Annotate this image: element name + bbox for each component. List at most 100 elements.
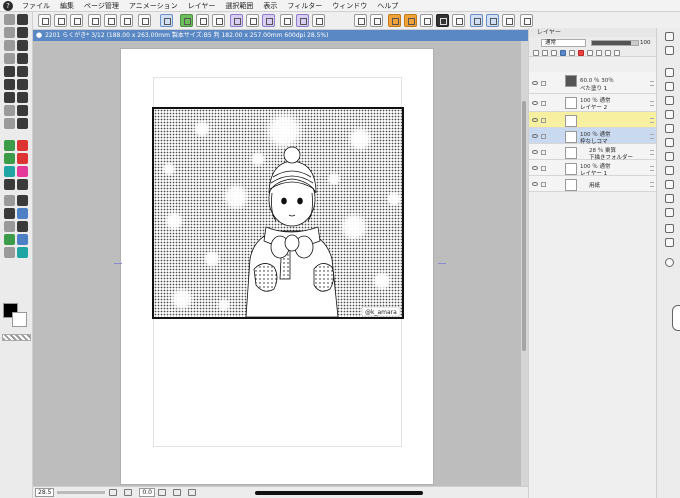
zoom-value[interactable]: 28.5 bbox=[35, 488, 55, 497]
layer-lock-icon[interactable] bbox=[541, 117, 546, 123]
move-tool-icon[interactable] bbox=[17, 14, 28, 25]
clip-icon[interactable] bbox=[533, 50, 539, 56]
lock-transparent-icon[interactable] bbox=[569, 50, 575, 56]
menu-filter[interactable]: フィルター bbox=[282, 1, 327, 11]
menu-layer[interactable]: レイヤー bbox=[183, 1, 221, 11]
visibility-eye-icon[interactable] bbox=[532, 181, 538, 186]
rotate-left-icon[interactable] bbox=[157, 489, 166, 496]
new-file-icon[interactable] bbox=[38, 14, 51, 27]
color-icon[interactable] bbox=[388, 14, 401, 27]
fill-tool-icon[interactable] bbox=[4, 105, 15, 116]
draft-icon[interactable] bbox=[551, 50, 557, 56]
print-icon[interactable] bbox=[88, 14, 101, 27]
drag-handle-icon[interactable] bbox=[650, 100, 654, 106]
brush-tool-icon[interactable] bbox=[4, 79, 15, 90]
layer-lock-icon[interactable] bbox=[541, 80, 546, 86]
color-set-red2-icon[interactable] bbox=[17, 153, 28, 164]
menu-edit[interactable]: 編集 bbox=[55, 1, 79, 11]
speed-line-tool-icon[interactable] bbox=[17, 195, 28, 206]
visibility-eye-icon[interactable] bbox=[532, 117, 538, 122]
settings-icon[interactable] bbox=[520, 14, 533, 27]
check-icon[interactable] bbox=[452, 14, 465, 27]
page-settings-icon[interactable] bbox=[120, 14, 133, 27]
search-icon[interactable] bbox=[665, 258, 674, 267]
drag-handle-icon[interactable] bbox=[650, 149, 654, 155]
palette-icon[interactable] bbox=[404, 14, 417, 27]
brush-size-panel-icon[interactable] bbox=[665, 166, 674, 175]
gradient-tool-icon[interactable] bbox=[17, 105, 28, 116]
menu-selection[interactable]: 選択範囲 bbox=[220, 1, 258, 11]
pen-tool-icon[interactable] bbox=[4, 66, 15, 77]
object-tool-icon[interactable] bbox=[17, 208, 28, 219]
ruler-tool-icon[interactable] bbox=[17, 118, 28, 129]
menu-animation[interactable]: アニメーション bbox=[124, 1, 183, 11]
correct-line-tool-icon[interactable] bbox=[4, 208, 15, 219]
transparent-color-swatch[interactable] bbox=[2, 334, 31, 341]
lasso-tool-icon[interactable] bbox=[17, 40, 28, 51]
zoom-out-icon[interactable] bbox=[124, 489, 133, 496]
menu-file[interactable]: ファイル bbox=[17, 1, 55, 11]
open-file-icon[interactable] bbox=[54, 14, 67, 27]
info-icon[interactable] bbox=[665, 208, 674, 217]
brush-size-icon[interactable] bbox=[502, 14, 515, 27]
zoom-in-icon[interactable] bbox=[109, 489, 118, 496]
lock-layer-icon[interactable] bbox=[560, 50, 566, 56]
layer-property-icon[interactable] bbox=[665, 68, 674, 77]
animation-timeline-icon[interactable] bbox=[665, 96, 674, 105]
grid-icon[interactable] bbox=[212, 14, 225, 27]
layer-lock-icon[interactable] bbox=[541, 181, 546, 187]
sub-color-swatch[interactable] bbox=[12, 312, 27, 327]
layer-row-layer2[interactable]: 100 ％ 通常 レイヤー 2 bbox=[529, 94, 657, 112]
color-set-teal-icon[interactable] bbox=[4, 166, 15, 177]
airbrush-tool-icon[interactable] bbox=[17, 79, 28, 90]
panel-menu-icon[interactable] bbox=[614, 50, 620, 56]
close-tab-icon[interactable]: ● bbox=[36, 31, 42, 39]
redo-icon[interactable] bbox=[370, 14, 383, 27]
3d-tool-icon[interactable] bbox=[4, 234, 15, 245]
panel-collapse-handle[interactable] bbox=[672, 305, 680, 331]
undo-icon[interactable] bbox=[354, 14, 367, 27]
snap-icon[interactable] bbox=[230, 14, 243, 27]
selection-tool-icon[interactable] bbox=[4, 40, 15, 51]
color-set-pink-icon[interactable] bbox=[17, 166, 28, 177]
figure-tool-icon[interactable] bbox=[4, 118, 15, 129]
color-set-green-icon[interactable] bbox=[4, 140, 15, 151]
balloon-tool-icon[interactable] bbox=[17, 179, 28, 190]
operation-tool-icon[interactable] bbox=[17, 221, 28, 232]
visibility-eye-icon[interactable] bbox=[532, 149, 538, 154]
opacity-value[interactable]: 100 bbox=[640, 39, 654, 47]
layer-row-paper[interactable]: 用紙 bbox=[529, 176, 657, 192]
layer-icon[interactable] bbox=[180, 14, 193, 27]
ruler-range-icon[interactable] bbox=[596, 50, 602, 56]
layer-row-layer1[interactable]: 100 ％ 通常 レイヤー 1 bbox=[529, 160, 657, 177]
zoom-slider[interactable] bbox=[57, 491, 106, 494]
swap-tool-icon[interactable] bbox=[17, 247, 28, 258]
material-icon[interactable] bbox=[665, 138, 674, 147]
menu-help[interactable]: ヘルプ bbox=[372, 1, 403, 11]
menu-window[interactable]: ウィンドウ bbox=[327, 1, 372, 11]
text-tool-icon[interactable] bbox=[4, 195, 15, 206]
rotation-value[interactable]: 0.0 bbox=[139, 488, 155, 497]
color-slider-icon[interactable] bbox=[665, 180, 674, 189]
fill-icon[interactable] bbox=[246, 14, 259, 27]
decoration-tool-icon[interactable] bbox=[4, 221, 15, 232]
app-icon[interactable]: ? bbox=[3, 0, 13, 11]
visibility-eye-icon[interactable] bbox=[532, 133, 538, 138]
frame-icon[interactable] bbox=[436, 14, 449, 27]
ruler-icon[interactable] bbox=[262, 14, 275, 27]
quick-access-icon[interactable] bbox=[665, 224, 674, 233]
layer-row-draft-folder[interactable]: 28 ％ 乗算 下描きフォルダー bbox=[529, 144, 657, 161]
pen-pressure-icon[interactable] bbox=[470, 14, 483, 27]
manga-panel-artwork[interactable]: @k_amara bbox=[152, 107, 404, 319]
visibility-eye-icon[interactable] bbox=[532, 165, 538, 170]
history-icon[interactable] bbox=[665, 124, 674, 133]
layer-lock-icon[interactable] bbox=[541, 149, 546, 155]
menu-page[interactable]: ページ管理 bbox=[79, 1, 124, 11]
item-bank-icon[interactable] bbox=[665, 152, 674, 161]
drag-handle-icon[interactable] bbox=[650, 117, 654, 123]
stabilizer-icon[interactable] bbox=[486, 14, 499, 27]
rotate-tool-icon[interactable] bbox=[17, 27, 28, 38]
drag-handle-icon[interactable] bbox=[650, 181, 654, 187]
blend-mode-select[interactable]: 通常 bbox=[541, 39, 586, 47]
reference-icon[interactable] bbox=[542, 50, 548, 56]
